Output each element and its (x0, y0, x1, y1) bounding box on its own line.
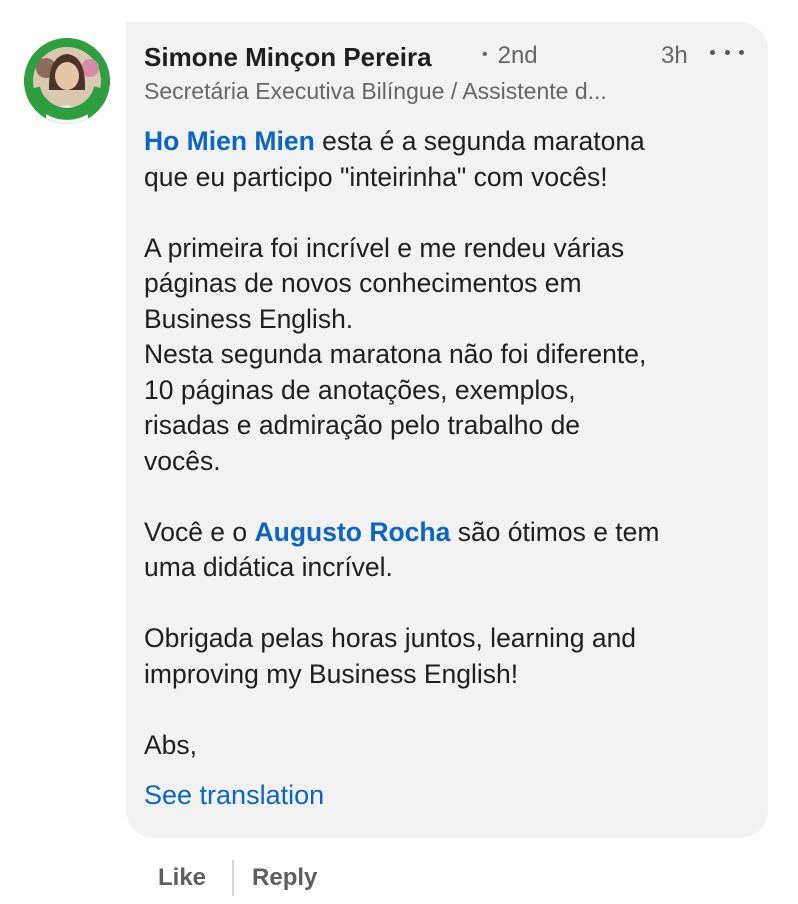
comment-text: Obrigada pelas horas juntos, learning an… (144, 623, 637, 653)
mention-link[interactable]: Ho Mien Mien (144, 126, 315, 156)
comment-text: uma didática incrível. (144, 552, 393, 582)
like-button[interactable]: Like (158, 864, 206, 892)
comment-text: esta é a segunda maratona (314, 126, 645, 156)
reply-button[interactable]: Reply (252, 864, 317, 892)
author-headline: Secretária Executiva Bilíngue / Assisten… (144, 78, 607, 104)
comment-text: Você e o (144, 516, 255, 547)
comment-text: risadas e admiração pelo trabalho de (144, 410, 581, 440)
comment-paragraph: Você e o Augusto Rocha são ótimos e tem (144, 515, 748, 551)
degree-label: 2nd (497, 42, 538, 69)
comment-text: são ótimos e tem (450, 516, 660, 547)
comment-body: Ho Mien Mien esta é a segunda maratona q… (144, 124, 748, 763)
degree-separator: • (482, 46, 488, 63)
ellipsis-icon[interactable] (710, 38, 744, 66)
comment-text: Abs, (144, 729, 198, 760)
see-translation-link[interactable]: See translation (144, 780, 324, 811)
connection-degree: • 2nd (482, 42, 538, 70)
action-divider (232, 860, 235, 896)
comment-text: que eu participo "inteirinha" com vocês! (144, 161, 608, 192)
comment-timestamp: 3h (661, 42, 688, 69)
comment-paragraph: Ho Mien Mien esta é a segunda maratona (144, 124, 748, 160)
comment-text: vocês. (144, 445, 221, 476)
mention-link[interactable]: Augusto Rocha (255, 517, 451, 547)
comment-text: A primeira foi incrível e me rendeu vári… (144, 232, 625, 263)
comment-text: Business English. (144, 303, 354, 334)
comment-text: Nesta segunda maratona não foi diferente… (144, 339, 647, 369)
comment-text: páginas de novos conhecimentos em (144, 268, 582, 298)
author-name[interactable]: Simone Minçon Pereira (144, 42, 432, 73)
comment-text: 10 páginas de anotações, exemplos, (144, 374, 576, 405)
comment-actions: Like Reply (158, 860, 317, 896)
avatar[interactable] (24, 38, 110, 124)
comment-text: improving my Business English! (144, 658, 519, 689)
